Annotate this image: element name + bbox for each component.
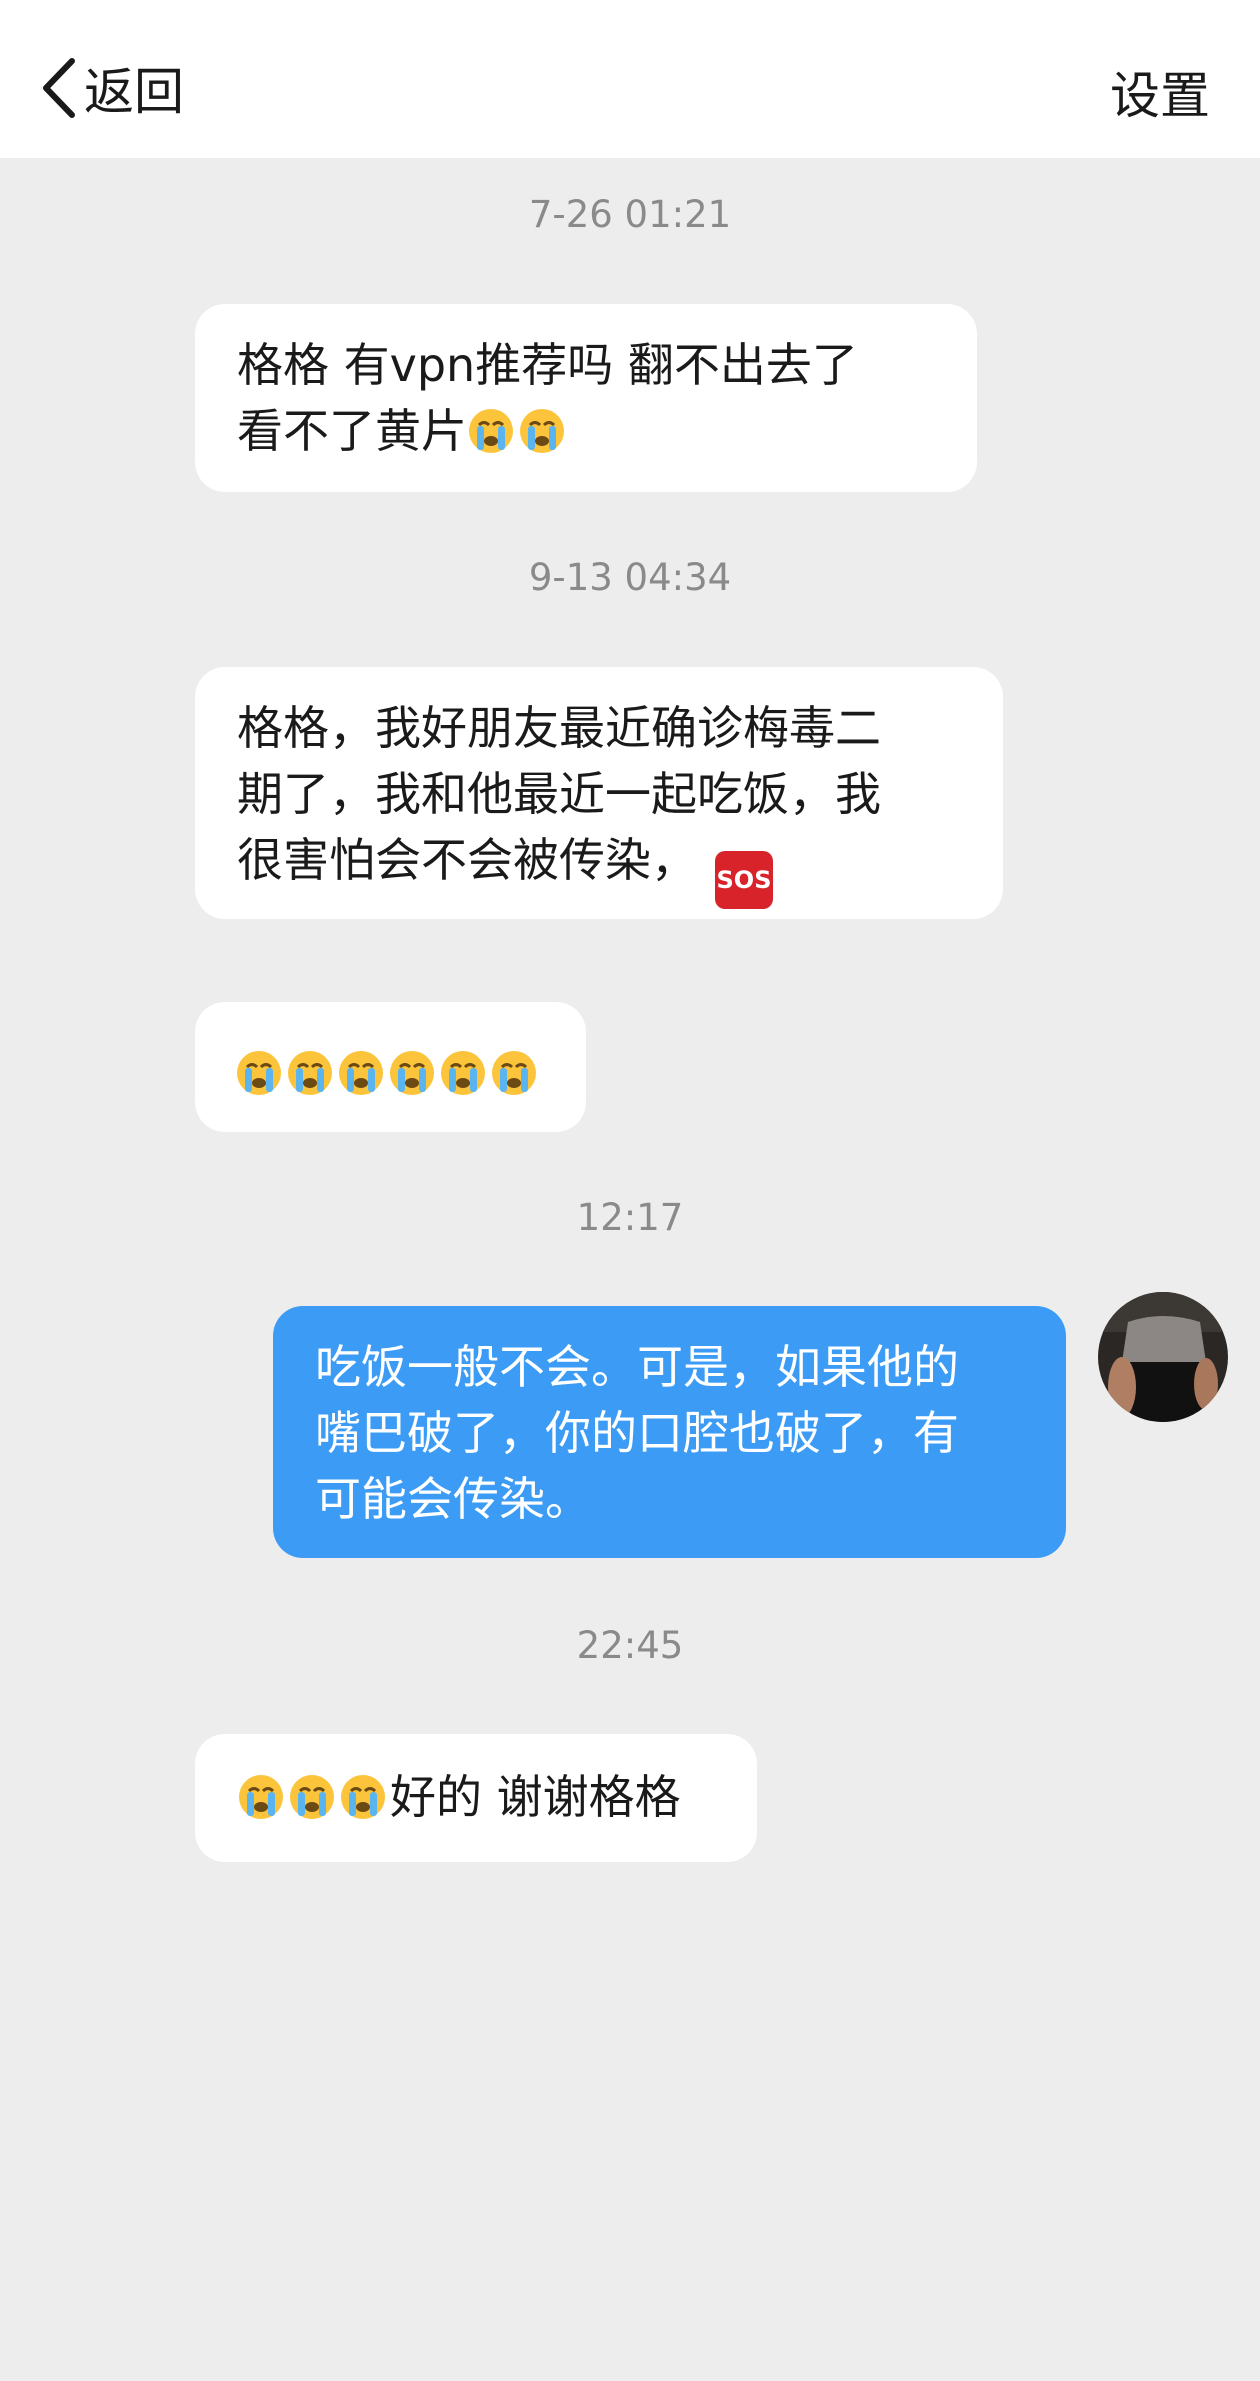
crying-face-icon — [388, 1048, 436, 1096]
back-label: 返回 — [84, 63, 184, 121]
message-text: 可能会传染。 — [315, 1472, 591, 1526]
crying-face-icon — [439, 1048, 487, 1096]
message-bubble-incoming[interactable] — [195, 1002, 586, 1132]
message-text: 嘴巴破了，你的口腔也破了，有 — [315, 1406, 959, 1460]
chevron-left-icon — [43, 58, 75, 118]
message-bubble-outgoing[interactable]: 吃饭一般不会。可是，如果他的 嘴巴破了，你的口腔也破了，有 可能会传染。 — [273, 1306, 1066, 1558]
message-text: 看不了黄片 — [237, 404, 467, 458]
crying-face-icon — [337, 1048, 385, 1096]
message-text: 格格 有vpn推荐吗 翻不出去了 — [237, 338, 858, 392]
timestamp: 12:17 — [576, 1196, 684, 1239]
avatar[interactable] — [1098, 1292, 1228, 1422]
message-text: 很害怕会不会被传染， — [237, 833, 697, 887]
crying-face-icon — [288, 1772, 336, 1820]
message-bubble-incoming[interactable]: 格格 有vpn推荐吗 翻不出去了 看不了黄片 — [195, 304, 977, 492]
message-text-line: 很害怕会不会被传染， SOS — [237, 827, 961, 909]
crying-face-icon — [490, 1048, 538, 1096]
message-text: 期了，我和他最近一起吃饭，我 — [237, 767, 881, 821]
timestamp: 22:45 — [576, 1624, 684, 1667]
message-text: 吃饭一般不会。可是，如果他的 — [315, 1340, 959, 1394]
message-bubble-incoming[interactable]: 格格，我好朋友最近确诊梅毒二 期了，我和他最近一起吃饭，我 很害怕会不会被传染，… — [195, 667, 1003, 919]
message-text: 格格，我好朋友最近确诊梅毒二 — [237, 701, 881, 755]
crying-face-icon — [467, 406, 515, 454]
message-bubble-incoming[interactable]: 好的 谢谢格格 — [195, 1734, 757, 1862]
message-text-line: 看不了黄片 — [237, 398, 935, 464]
message-text: 好的 谢谢格格 — [390, 1770, 681, 1824]
timestamp: 7-26 01:21 — [528, 193, 732, 236]
crying-face-icon — [286, 1048, 334, 1096]
sos-icon: SOS — [715, 851, 773, 909]
top-bar: 返回 设置 — [0, 0, 1260, 158]
crying-face-icon — [237, 1772, 285, 1820]
crying-face-icon — [518, 406, 566, 454]
back-button[interactable]: 返回 — [40, 50, 184, 126]
settings-button[interactable]: 设置 — [1110, 56, 1210, 128]
timestamp: 9-13 04:34 — [528, 556, 732, 599]
crying-face-icon — [339, 1772, 387, 1820]
crying-face-icon — [235, 1048, 283, 1096]
